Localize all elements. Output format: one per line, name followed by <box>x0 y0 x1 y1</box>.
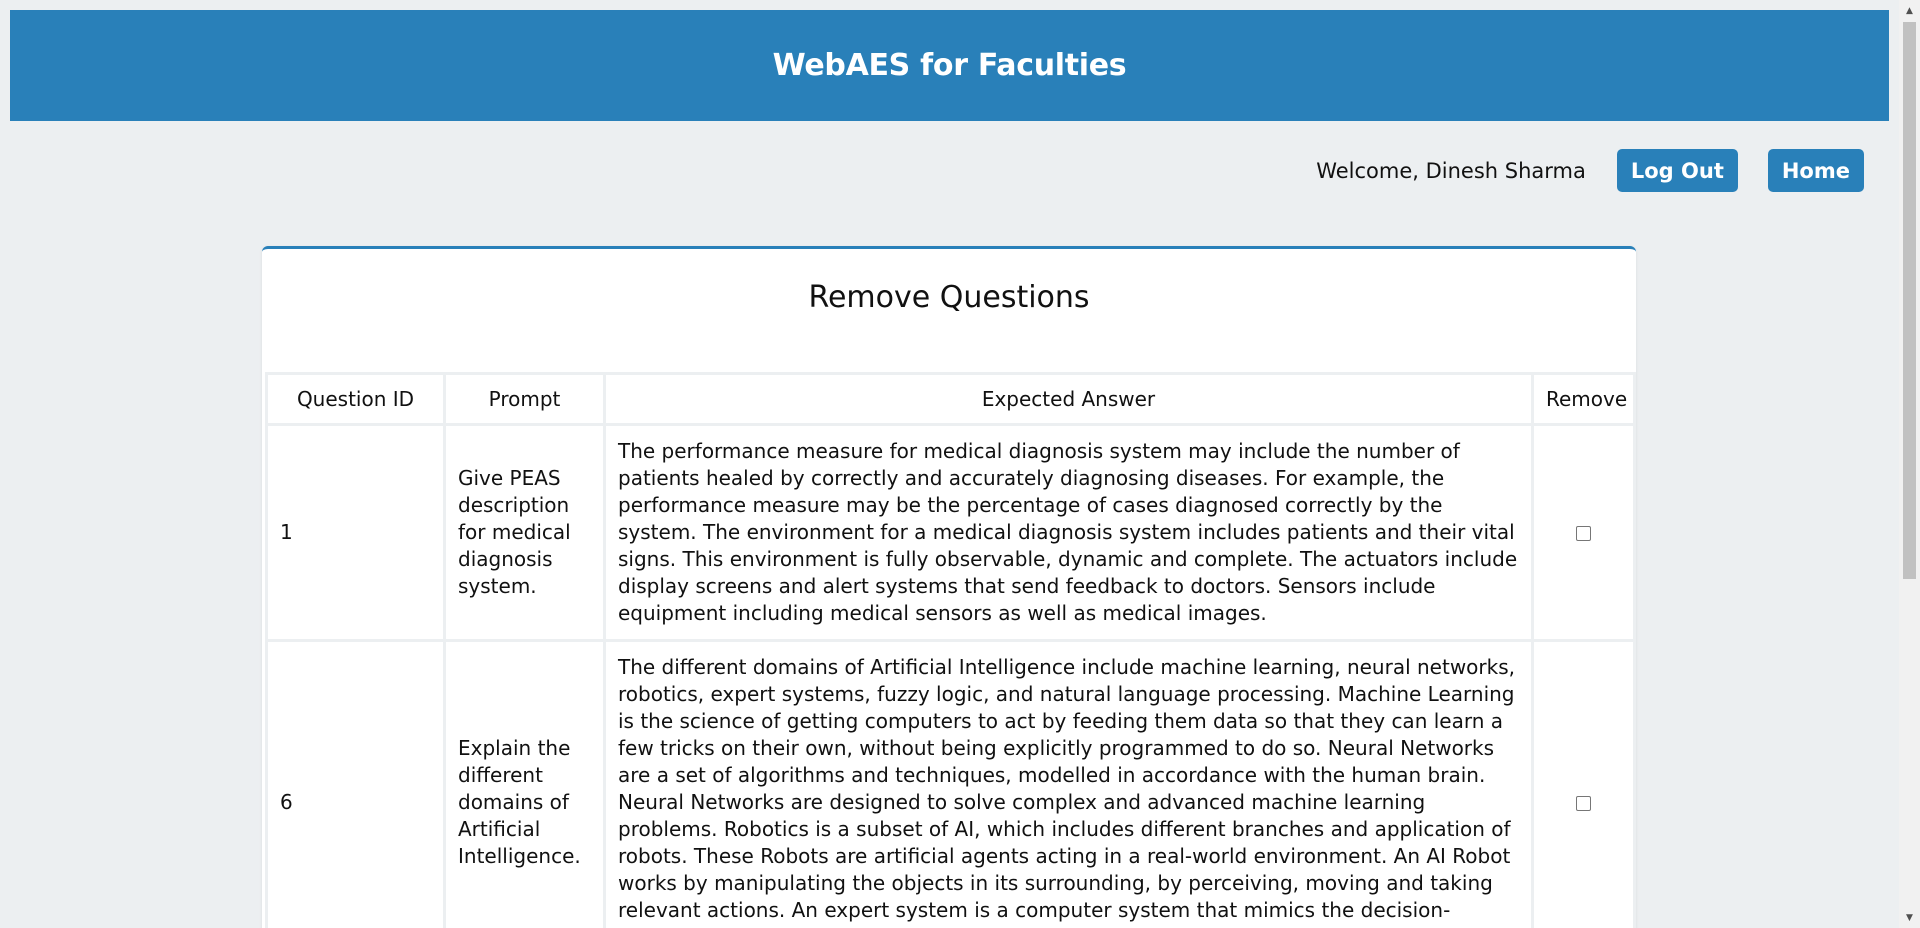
remove-questions-card: Remove Questions Question ID Prompt Expe… <box>262 246 1636 928</box>
user-bar: Welcome, Dinesh Sharma Log Out Home <box>1316 149 1864 192</box>
column-header-expected-answer: Expected Answer <box>603 372 1534 426</box>
question-id-cell: 1 <box>265 423 446 642</box>
column-header-prompt: Prompt <box>443 372 606 426</box>
page-viewport: WebAES for Faculties Welcome, Dinesh Sha… <box>0 0 1899 928</box>
questions-table: Question ID Prompt Expected Answer Remov… <box>265 372 1636 928</box>
remove-cell <box>1531 423 1636 642</box>
prompt-cell: Explain the different domains of Artific… <box>443 639 606 928</box>
scroll-thumb[interactable] <box>1903 22 1916 579</box>
app-title: WebAES for Faculties <box>772 48 1127 83</box>
vertical-scrollbar[interactable]: ▲ ▼ <box>1899 0 1920 928</box>
home-button[interactable]: Home <box>1767 149 1864 192</box>
column-header-question-id: Question ID <box>265 372 446 426</box>
question-id-cell: 6 <box>265 639 446 928</box>
scroll-up-arrow-icon[interactable]: ▲ <box>1899 0 1920 21</box>
column-header-remove: Remove <box>1531 372 1636 426</box>
scroll-down-arrow-icon[interactable]: ▼ <box>1899 907 1920 928</box>
expected-answer-cell: The different domains of Artificial Inte… <box>603 639 1534 928</box>
table-header-row: Question ID Prompt Expected Answer Remov… <box>265 372 1636 426</box>
remove-checkbox[interactable] <box>1576 796 1591 811</box>
page-title: Remove Questions <box>808 280 1090 315</box>
app-header: WebAES for Faculties <box>10 10 1889 121</box>
remove-cell <box>1531 639 1636 928</box>
expected-answer-cell: The performance measure for medical diag… <box>603 423 1534 642</box>
prompt-cell: Give PEAS description for medical diagno… <box>443 423 606 642</box>
table-row: 6 Explain the different domains of Artif… <box>265 639 1636 928</box>
table-row: 1 Give PEAS description for medical diag… <box>265 423 1636 642</box>
logout-button[interactable]: Log Out <box>1616 149 1738 192</box>
welcome-text: Welcome, Dinesh Sharma <box>1316 158 1586 183</box>
remove-checkbox[interactable] <box>1576 526 1591 541</box>
